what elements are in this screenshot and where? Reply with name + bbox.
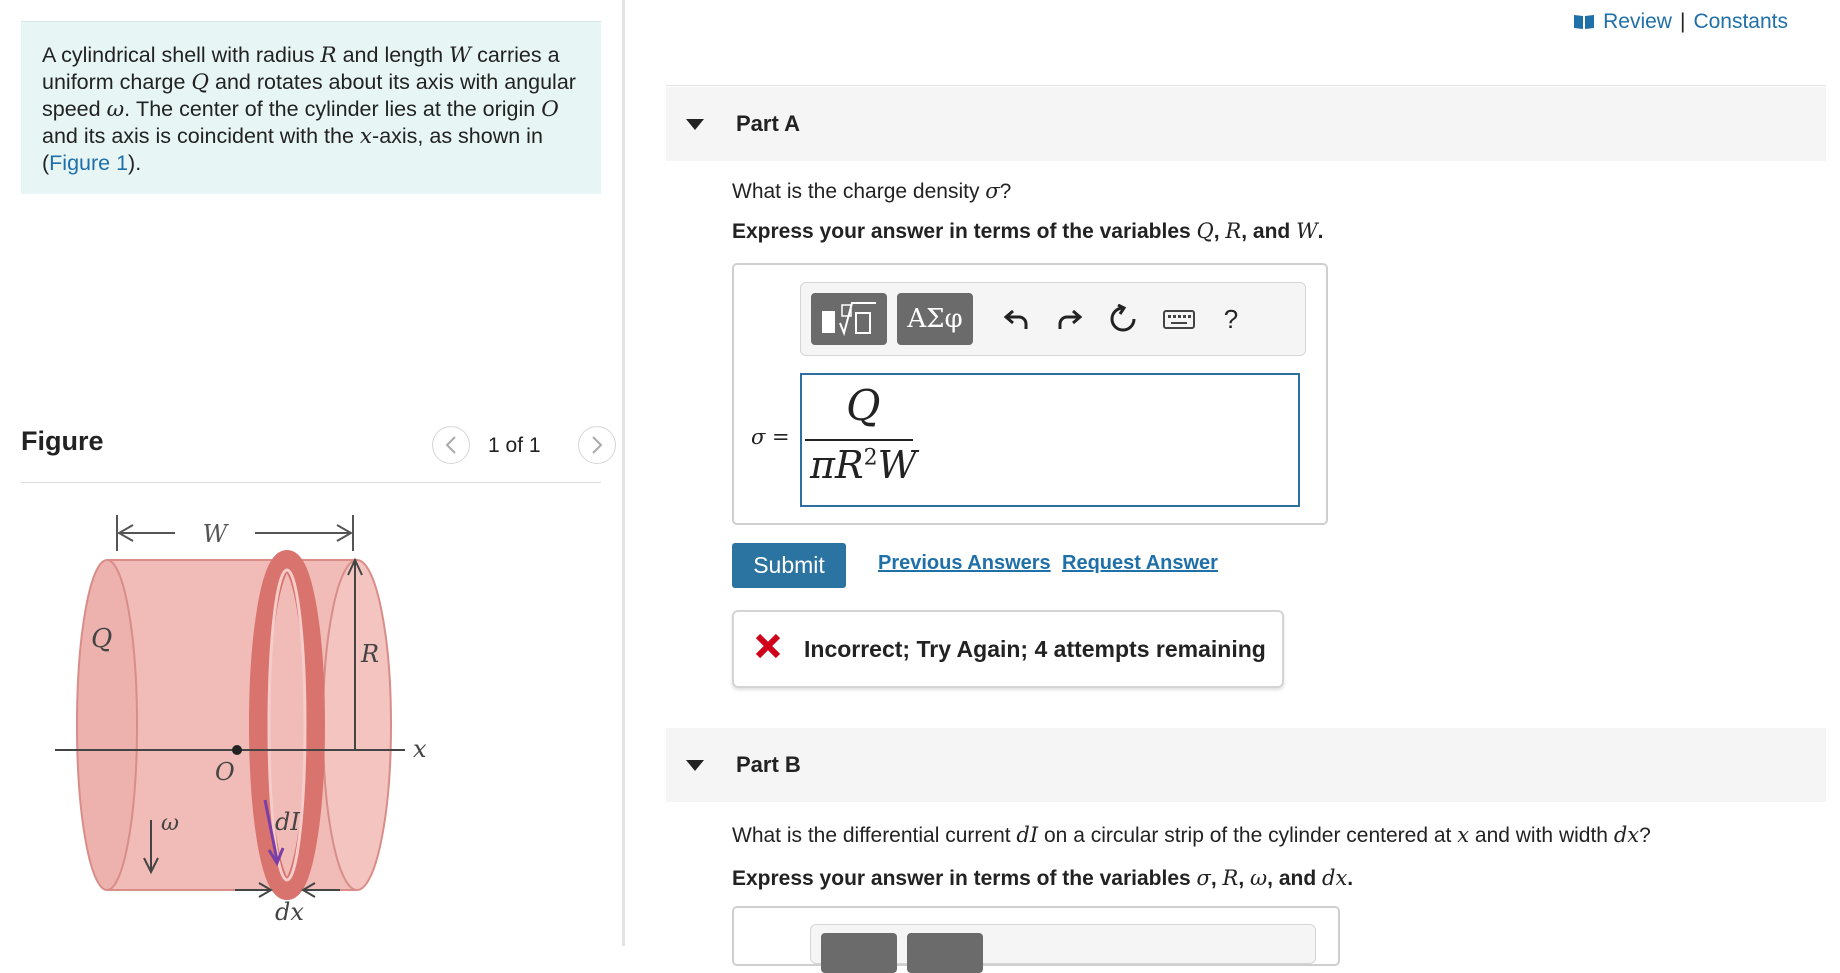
label-dI: dI bbox=[275, 808, 300, 836]
chevron-left-icon bbox=[445, 436, 456, 454]
redo-button[interactable] bbox=[1051, 301, 1087, 337]
math-toolbar: ΑΣφ ? bbox=[800, 282, 1306, 356]
symbols-button[interactable]: ΑΣφ bbox=[897, 293, 973, 345]
cylinder-figure: W x O R Q ω dI dx bbox=[55, 515, 427, 925]
answer-input[interactable]: Q πR2W bbox=[800, 373, 1300, 507]
part-a-label: Part A bbox=[736, 111, 800, 136]
templates-button[interactable] bbox=[821, 933, 897, 973]
figure-title: Figure bbox=[21, 426, 104, 456]
templates-icon bbox=[822, 302, 876, 337]
part-b-instruction: Express your answer in terms of the vari… bbox=[732, 866, 1354, 890]
label-Q: Q bbox=[91, 624, 112, 654]
undo-icon bbox=[1003, 309, 1028, 329]
part-a-question: What is the charge density σ? bbox=[732, 179, 1012, 203]
book-icon bbox=[1574, 15, 1595, 29]
cylinder-left-end bbox=[76, 559, 138, 891]
submit-button[interactable]: Submit bbox=[732, 543, 846, 588]
part-a-instruction: Express your answer in terms of the vari… bbox=[732, 219, 1324, 243]
figure-header: Figure 1 of 1 bbox=[21, 420, 616, 483]
equation-label: σ = bbox=[751, 425, 790, 449]
figure-prev-button[interactable] bbox=[432, 426, 470, 464]
redo-icon bbox=[1058, 309, 1083, 329]
help-button[interactable]: ? bbox=[1213, 301, 1249, 337]
label-omega: ω bbox=[161, 811, 179, 836]
width-dimension: W bbox=[116, 515, 354, 551]
collapse-arrow-icon[interactable] bbox=[686, 760, 704, 771]
undo-button[interactable] bbox=[999, 301, 1035, 337]
problem-statement: A cylindrical shell with radius R and le… bbox=[21, 21, 601, 194]
constants-link[interactable]: Constants bbox=[1693, 10, 1788, 34]
figure-next-button[interactable] bbox=[578, 426, 616, 464]
header-separator: | bbox=[1679, 10, 1686, 33]
feedback-text: Incorrect; Try Again; 4 attempts remaini… bbox=[804, 636, 1266, 662]
figure-page-indicator: 1 of 1 bbox=[488, 434, 541, 457]
label-O: O bbox=[215, 758, 235, 786]
column-divider bbox=[622, 0, 625, 946]
reset-icon bbox=[1110, 304, 1136, 332]
part-a-answer-box: ΑΣφ ? σ = Q πR2W bbox=[732, 263, 1328, 525]
review-link[interactable]: Review bbox=[1603, 10, 1672, 34]
math-toolbar bbox=[810, 924, 1316, 973]
part-b-question: What is the differential current dI on a… bbox=[732, 823, 1651, 847]
label-R: R bbox=[360, 640, 379, 668]
label-dx: dx bbox=[275, 898, 304, 925]
top-divider bbox=[666, 85, 1826, 86]
review-constants-bar: Review | Constants bbox=[1573, 10, 1788, 34]
templates-button[interactable] bbox=[811, 293, 887, 345]
left-panel: A cylindrical shell with radius R and le… bbox=[0, 0, 622, 946]
origin-point bbox=[232, 745, 242, 755]
request-answer-link[interactable]: Request Answer bbox=[1062, 552, 1218, 575]
keyboard-icon bbox=[1163, 310, 1195, 329]
collapse-arrow-icon[interactable] bbox=[686, 119, 704, 130]
keyboard-button[interactable] bbox=[1157, 301, 1201, 337]
part-b-label: Part B bbox=[736, 752, 801, 777]
answer-numerator: Q bbox=[846, 381, 881, 430]
incorrect-x-icon bbox=[755, 633, 781, 659]
label-x: x bbox=[413, 735, 427, 763]
part-b-header[interactable]: Part B bbox=[666, 728, 1826, 802]
part-a-header[interactable]: Part A bbox=[666, 87, 1826, 161]
part-b-answer-box bbox=[732, 906, 1340, 973]
cylinder-right-end bbox=[322, 559, 392, 891]
feedback-box: Incorrect; Try Again; 4 attempts remaini… bbox=[732, 610, 1284, 688]
chevron-right-icon bbox=[592, 436, 603, 454]
symbols-button[interactable] bbox=[907, 933, 983, 973]
label-W: W bbox=[203, 520, 230, 548]
previous-answers-link[interactable]: Previous Answers bbox=[878, 552, 1051, 575]
figure-link[interactable]: Figure 1 bbox=[49, 151, 128, 175]
fraction-bar bbox=[805, 439, 913, 441]
reset-button[interactable] bbox=[1105, 301, 1141, 337]
answer-denominator: πR2W bbox=[810, 443, 917, 487]
